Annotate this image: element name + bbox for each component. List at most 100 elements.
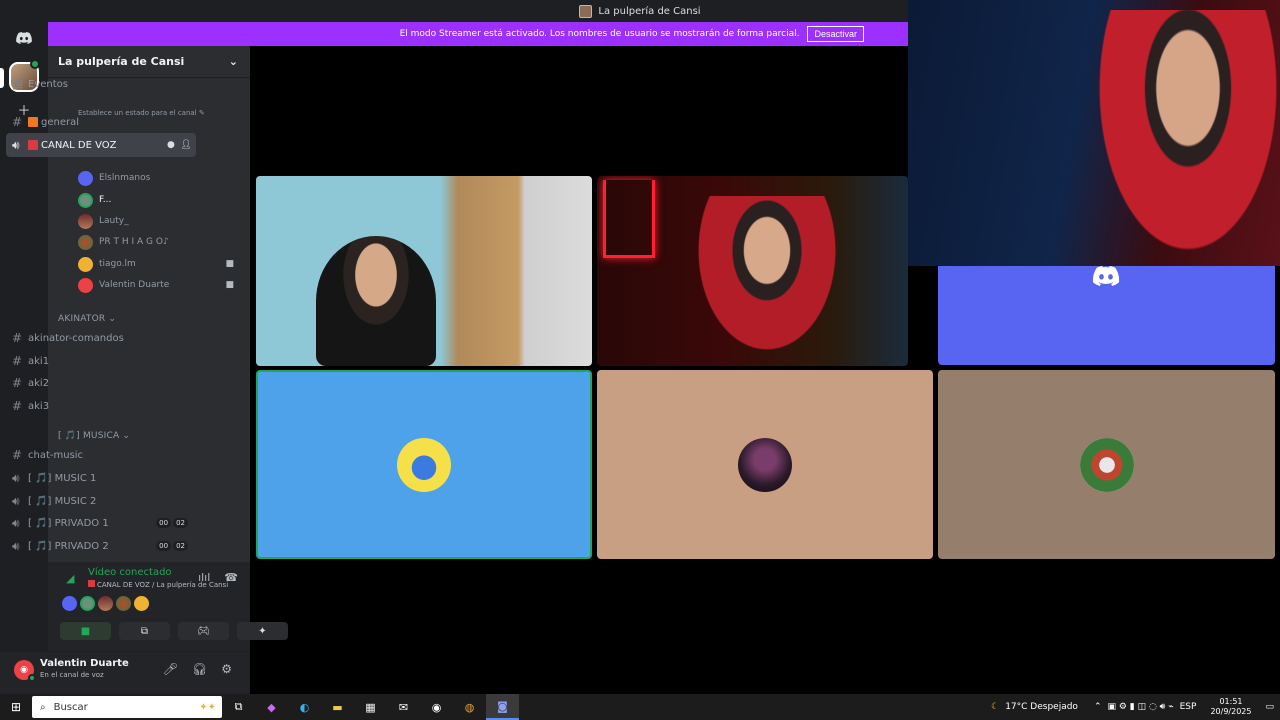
voice-user-name: tiago.lm [99,259,136,269]
camera-button[interactable]: ■ [60,622,111,640]
chrome-icon[interactable]: ◍ [453,694,486,720]
chevron-down-icon: ⌄ [122,431,131,441]
avatar [738,437,792,492]
streamer-mode-message: El modo Streamer está activado. Los nomb… [399,29,800,39]
settings-gear-icon[interactable]: ⚙ [221,662,232,676]
search-icon: ⌕ [40,701,46,713]
channel-privado-2[interactable]: 🔊︎ [ 🎵] PRIVADO 2 00 02 [6,536,196,556]
activity-button[interactable]: 🎮︎ [178,622,229,640]
moon-icon: ☾ [991,702,1000,712]
channel-aki2[interactable]: # aki2 [6,373,196,393]
channel-music-1[interactable]: 🔊︎ [ 🎵] MUSIC 1 [6,468,196,488]
voice-user-name: Valentin Duarte [99,280,170,290]
user-name[interactable]: Valentin Duarte [40,658,129,669]
hash-icon: # [12,376,23,390]
server-badge [30,59,40,69]
voice-status-hint-text: Establece un estado para el canal [78,109,197,117]
channel-aki3[interactable]: # aki3 [6,396,196,416]
discord-taskbar-icon[interactable]: ◙ [486,694,519,720]
voice-user[interactable]: F... [78,190,248,210]
voice-activity-avatars [62,596,149,611]
notifications-icon[interactable]: ▭ [1265,702,1274,712]
signal-icon[interactable]: ◢ [66,572,74,585]
channel-label: CANAL DE VOZ [41,139,117,151]
video-tile-avatar-speaking[interactable] [256,370,592,559]
store-icon[interactable]: ▦ [354,694,387,720]
voice-status-hint[interactable]: Establece un estado para el canal ✎ [78,109,205,117]
video-tile-camera[interactable] [256,176,592,366]
avatar [98,596,113,611]
voice-user[interactable]: Valentin Duarte ■ [78,275,248,295]
headphones-icon[interactable]: 🎧︎ [192,662,207,676]
chevron-down-icon: ⌄ [108,314,117,324]
channel-music-2[interactable]: 🔊︎ [ 🎵] MUSIC 2 [6,491,196,511]
category-akinator[interactable]: AKINATOR ⌄ [58,314,116,324]
online-status-icon [28,674,36,682]
screen-share-button[interactable]: ⧉ [119,622,170,640]
voice-user[interactable]: Lauty_ [78,211,248,231]
task-view-icon[interactable]: ⧉ [222,694,255,720]
tray-icons[interactable]: ▣ ⚙ ▮ ◫ ◌ 🔊︎ ⌁ [1107,702,1173,712]
channel-label: [ 🎵] PRIVADO 2 [28,540,109,552]
voice-user[interactable]: PR T H I A G O♪ [78,232,248,252]
channel-label: aki1 [28,355,50,367]
video-tile-camera-large[interactable] [908,0,1280,266]
channel-akinator-comandos[interactable]: # akinator-comandos [6,328,196,348]
windows-start-icon[interactable]: ⊞ [0,694,32,720]
avatar [1079,437,1134,492]
voice-user[interactable]: tiago.lm ■ [78,254,248,274]
server-name: La pulpería de Cansi [58,55,185,68]
disable-streamer-mode-button[interactable]: Desactivar [807,26,864,42]
disconnect-icon[interactable]: ☎︎ [224,571,238,584]
avatar [78,170,93,186]
avatar [134,596,149,611]
weather-widget[interactable]: 17°C Despejado [1005,702,1078,712]
avatar [78,192,93,208]
avatar [397,437,451,492]
edge-browser-icon[interactable]: ◐ [288,694,321,720]
channel-aki1[interactable]: # aki1 [6,351,196,371]
channel-privado-1[interactable]: 🔊︎ [ 🎵] PRIVADO 1 00 02 [6,513,196,533]
channel-voice-active[interactable]: 🔊︎ CANAL DE VOZ ● 👤︎ [6,133,196,157]
channel-label: [ 🎵] MUSIC 2 [28,495,97,507]
file-explorer-icon[interactable]: ▬ [321,694,354,720]
hash-icon: # [12,448,23,462]
video-tile-camera[interactable] [597,176,908,366]
orange-square-icon [28,117,38,127]
channel-label: general [41,116,80,128]
video-tile-avatar[interactable] [938,370,1275,559]
channel-events[interactable]: ▤ Eventos [6,74,196,94]
avatar [78,256,93,272]
category-musica[interactable]: [ 🎵] MUSICA ⌄ [58,431,130,441]
user-count: 00 [156,518,172,528]
microphone-icon[interactable]: 🎤︎ [163,662,178,676]
sparkle-icon: ✦✦ [199,701,216,713]
noise-suppression-icon[interactable]: ılıl [198,571,210,584]
user-limit: 02 [173,541,188,551]
chevron-up-icon[interactable]: ⌃ [1094,702,1102,712]
avatar [78,277,93,293]
chat-and-invite-icons[interactable]: ● 👤︎ [167,140,192,150]
discord-home-icon[interactable] [10,24,38,52]
mail-icon[interactable]: ✉ [387,694,420,720]
camera-feed-light [603,180,655,258]
clock[interactable]: 01:51 20/9/2025 [1210,697,1251,717]
voice-user[interactable]: Elslnmanos [78,168,248,188]
category-label: [ 🎵] MUSICA [58,431,120,441]
chevron-down-icon: ⌄ [228,55,238,68]
taskbar-search[interactable]: ⌕ Buscar ✦✦ [32,696,222,718]
obs-icon[interactable]: ◉ [420,694,453,720]
copilot-icon[interactable]: ◆ [255,694,288,720]
soundboard-button[interactable]: ✦ [237,622,288,640]
voice-connected-title[interactable]: Vídeo conectado [88,567,172,578]
avatar [78,213,93,229]
user-area: ◉ Valentin Duarte En el canal de voz 🎤︎ … [0,652,250,694]
calendar-icon: ▤ [12,77,24,91]
speaker-icon: 🔊︎ [12,137,20,152]
video-tile-avatar[interactable] [938,266,1275,365]
user-count: 00 [156,541,172,551]
video-tile-avatar[interactable] [597,370,933,559]
language-indicator[interactable]: ESP [1180,702,1197,712]
server-thumbnail-icon [579,4,593,18]
channel-chat-music[interactable]: # chat-music [6,445,196,465]
